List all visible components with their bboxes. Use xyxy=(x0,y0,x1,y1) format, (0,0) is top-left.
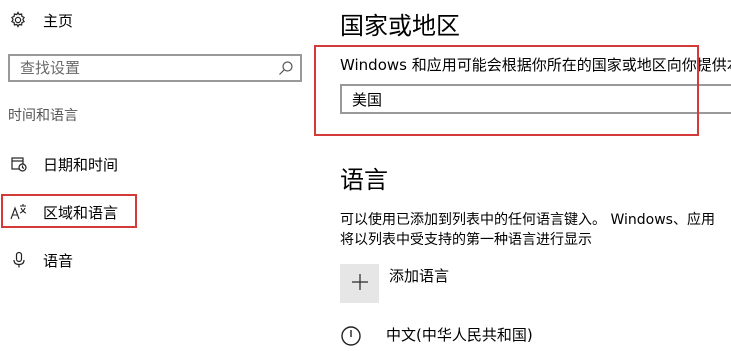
sidebar-item-label: 日期和时间 xyxy=(43,155,119,174)
search-icon[interactable] xyxy=(278,60,294,76)
microphone-icon xyxy=(8,249,30,271)
sidebar-item-speech[interactable]: 语音 xyxy=(0,242,300,278)
language-description: 可以使用已添加到列表中的任何语言键入。 Windows、应用 xyxy=(340,212,715,228)
language-title: 语言 xyxy=(340,166,388,194)
add-language-label[interactable]: 添加语言 xyxy=(389,265,449,286)
search-box[interactable] xyxy=(8,54,302,82)
group-title: 时间和语言 xyxy=(8,108,78,124)
calendar-clock-icon xyxy=(8,153,30,175)
sidebar-item-home[interactable]: 主页 xyxy=(8,8,73,32)
sidebar-item-date-time[interactable]: 日期和时间 xyxy=(0,146,300,182)
language-description: 将以列表中受支持的第一种语言进行显示 xyxy=(340,232,592,248)
sidebar-item-label: 语音 xyxy=(43,251,74,270)
search-input[interactable] xyxy=(10,56,300,80)
add-language-button[interactable] xyxy=(340,264,379,303)
gear-icon xyxy=(8,10,28,30)
language-item-label[interactable]: 中文(中华人民共和国) xyxy=(386,324,533,345)
region-title: 国家或地区 xyxy=(340,12,460,40)
language-item-icon xyxy=(340,325,362,347)
home-label: 主页 xyxy=(43,11,74,30)
highlight-annotation xyxy=(1,194,137,228)
highlight-annotation xyxy=(314,45,699,136)
plus-icon xyxy=(351,273,369,295)
